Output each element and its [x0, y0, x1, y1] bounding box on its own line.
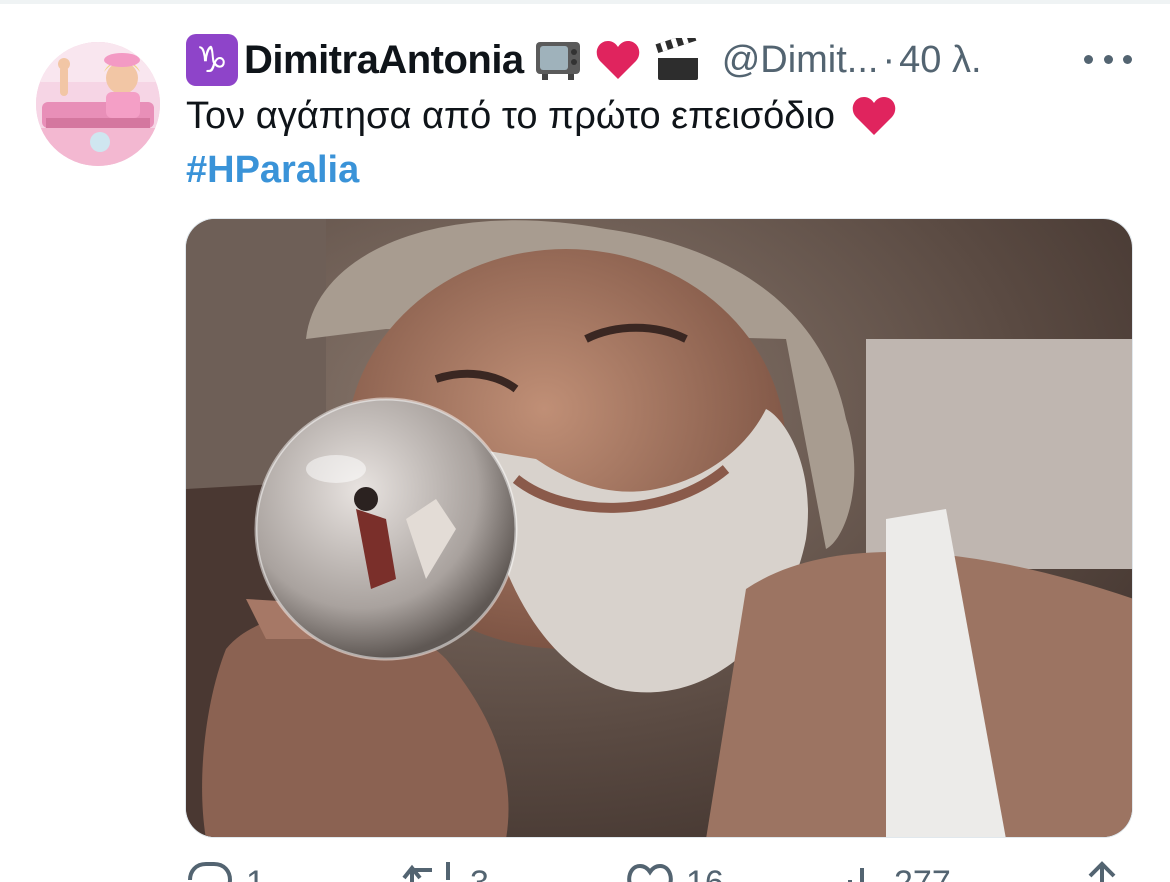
retweet-button[interactable]: 3: [402, 858, 489, 882]
capricorn-icon: ♑: [186, 34, 238, 86]
avatar[interactable]: [36, 42, 160, 166]
reply-button[interactable]: 1: [186, 858, 265, 882]
share-icon: [1088, 861, 1116, 882]
hashtag-link[interactable]: #HParalia: [186, 146, 359, 194]
more-dot-icon: [1123, 54, 1132, 64]
top-divider: [0, 0, 1170, 4]
tweet-timestamp[interactable]: 40 λ.: [899, 39, 981, 82]
reply-icon: [188, 862, 233, 882]
views-count: 277: [894, 864, 951, 882]
like-icon: [627, 863, 673, 882]
like-count: 16: [686, 864, 724, 882]
views-button[interactable]: 277: [842, 858, 951, 882]
red-heart-icon: [851, 95, 897, 137]
clapper-board-icon: [652, 34, 704, 86]
header-separator: ·: [882, 38, 896, 81]
television-icon: [532, 34, 584, 86]
more-dot-icon: [1084, 54, 1093, 64]
views-icon: [848, 868, 864, 882]
reply-count: 1: [246, 864, 265, 882]
share-button[interactable]: [1082, 858, 1122, 882]
more-options-button[interactable]: [1084, 44, 1132, 74]
retweet-count: 3: [470, 864, 489, 882]
tweet-actions-bar: 1 3 16 277: [186, 858, 1126, 882]
tweet-media-image[interactable]: [185, 218, 1133, 838]
retweet-icon: [402, 862, 450, 882]
user-handle[interactable]: @Dimit...: [722, 39, 879, 82]
tweet-text: Τον αγάπησα από το πρώτο επεισόδιο: [186, 92, 897, 140]
display-name[interactable]: DimitraAntonia: [244, 38, 524, 83]
like-button[interactable]: 16: [626, 858, 724, 882]
more-dot-icon: [1103, 54, 1113, 64]
tweet-text-body: Τον αγάπησα από το πρώτο επεισόδιο: [186, 95, 836, 137]
tweet-header: ♑ DimitraAntonia @Dimit... · 40 λ.: [186, 30, 982, 90]
red-heart-icon: [592, 34, 644, 86]
